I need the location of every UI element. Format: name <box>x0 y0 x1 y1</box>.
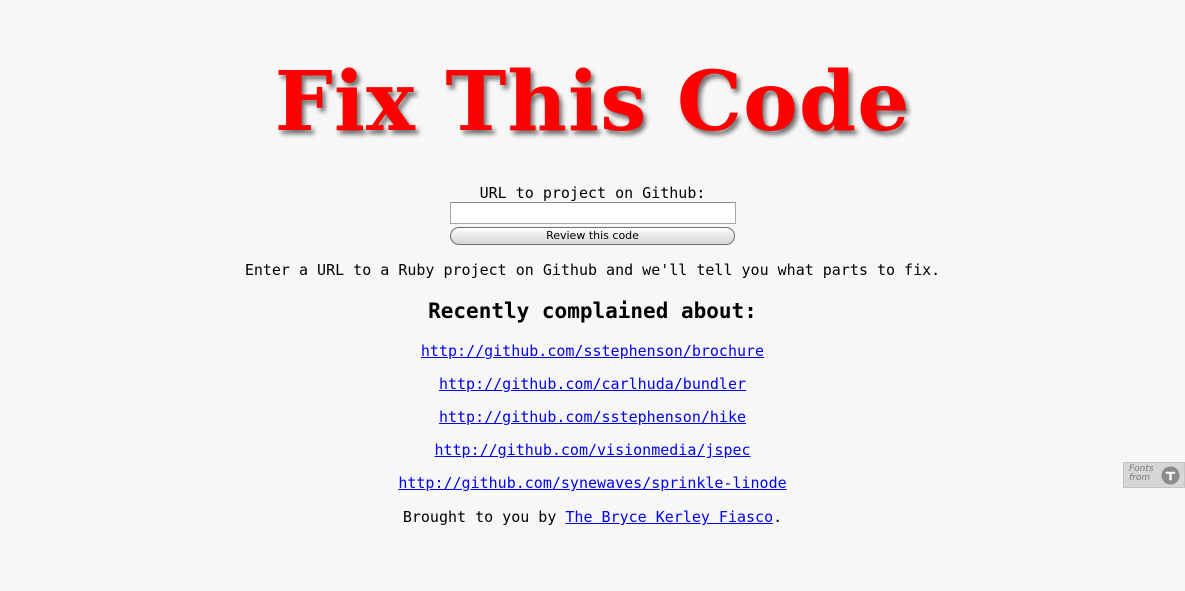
credit-suffix: . <box>773 508 783 526</box>
page: Fix This Code URL to project on Github: … <box>0 0 1185 591</box>
typekit-logo-icon <box>1161 466 1180 485</box>
credit-prefix: Brought to you by <box>402 508 566 526</box>
fonts-badge[interactable]: Fonts from <box>1123 462 1185 488</box>
badge-text: Fonts from <box>1129 464 1154 483</box>
url-label: URL to project on Github: <box>479 184 706 202</box>
recent-link[interactable]: http://github.com/synewaves/sprinkle-lin… <box>398 474 786 492</box>
github-url-input[interactable] <box>449 202 736 224</box>
review-form: URL to project on Github: Review this co… <box>0 184 1185 245</box>
list-item: http://github.com/carlhuda/bundler <box>0 374 1185 407</box>
author-link[interactable]: The Bryce Kerley Fiasco <box>565 508 773 526</box>
recent-heading: Recently complained about: <box>428 299 757 323</box>
list-item: http://github.com/sstephenson/brochure <box>0 341 1185 374</box>
review-code-button[interactable]: Review this code <box>450 227 735 245</box>
page-title: Fix This Code <box>274 54 911 150</box>
list-item: http://github.com/visionmedia/jspec <box>0 440 1185 473</box>
recent-link[interactable]: http://github.com/sstephenson/brochure <box>421 342 764 360</box>
recent-link[interactable]: http://github.com/visionmedia/jspec <box>434 441 750 459</box>
list-item: http://github.com/synewaves/sprinkle-lin… <box>0 473 1185 506</box>
recent-link[interactable]: http://github.com/sstephenson/hike <box>439 408 746 426</box>
recent-link[interactable]: http://github.com/carlhuda/bundler <box>439 375 746 393</box>
intro-text: Enter a URL to a Ruby project on Github … <box>244 261 941 279</box>
credit-line: Brought to you by The Bryce Kerley Fiasc… <box>0 507 1185 527</box>
recent-links-list: http://github.com/sstephenson/brochure h… <box>0 341 1185 506</box>
list-item: http://github.com/sstephenson/hike <box>0 407 1185 440</box>
